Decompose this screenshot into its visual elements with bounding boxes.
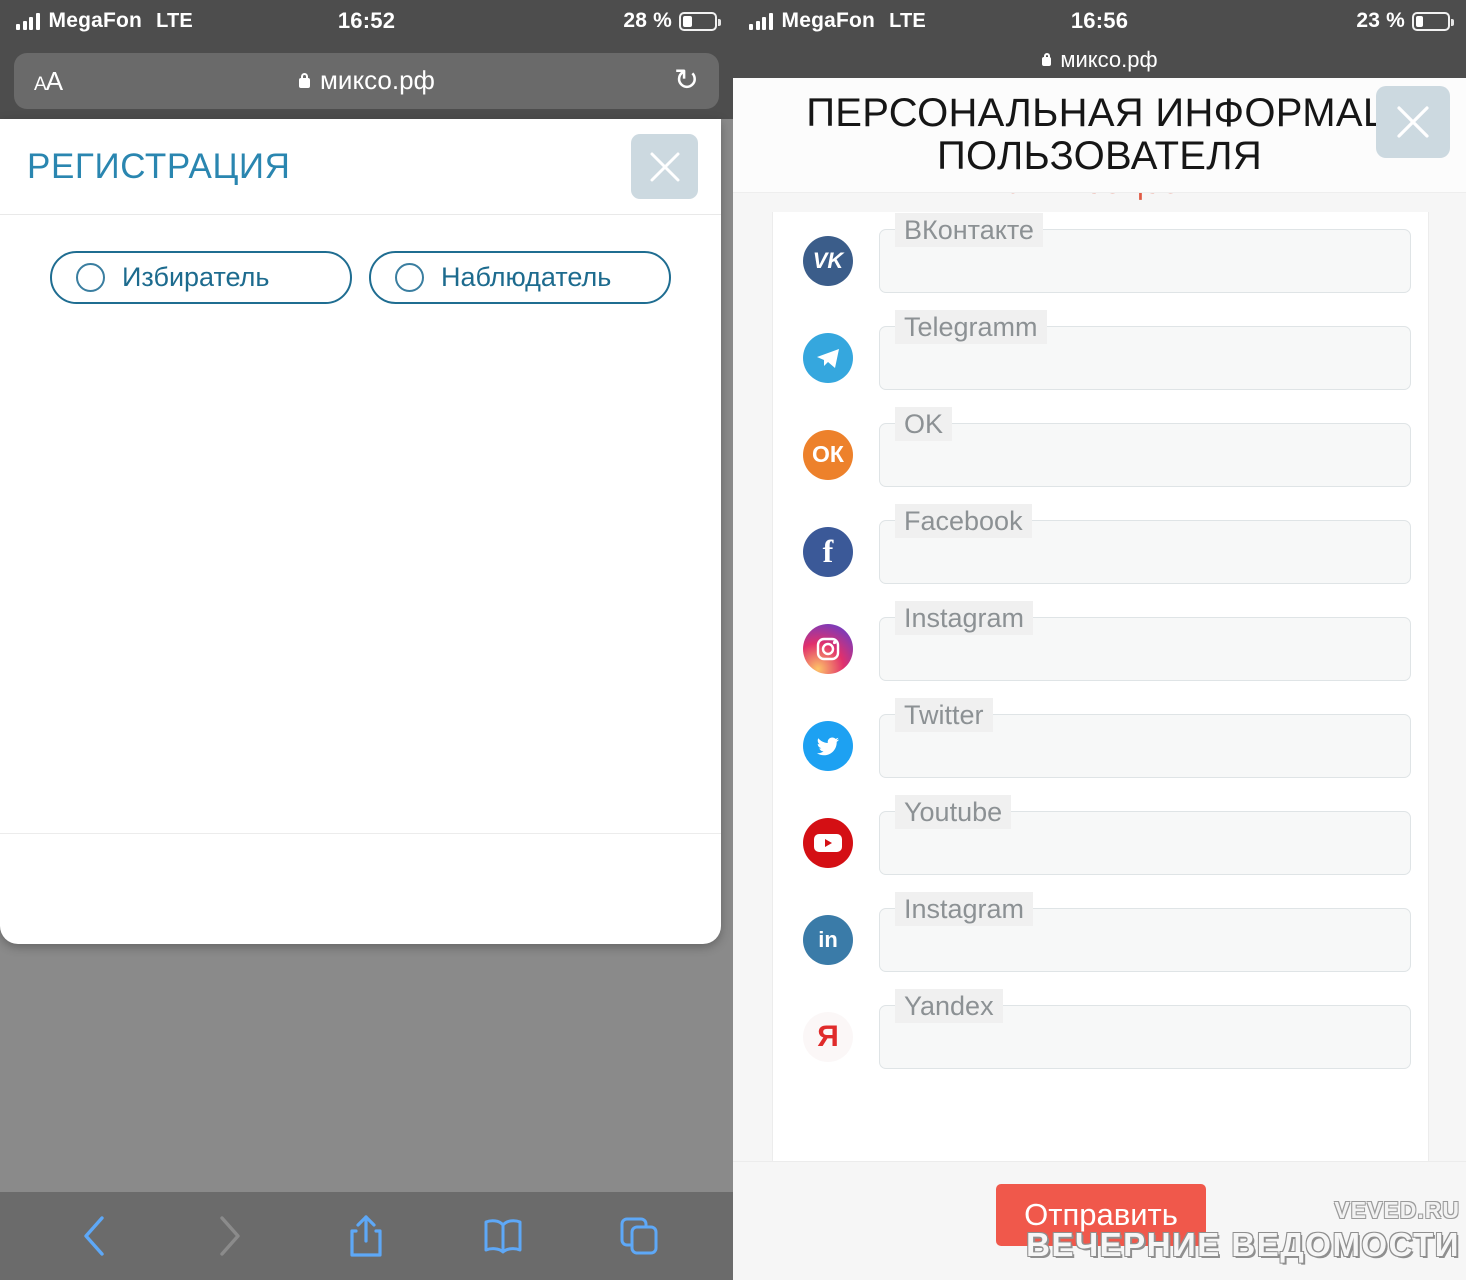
reload-icon[interactable]: ↻	[674, 65, 699, 96]
field-label: Facebook	[895, 503, 1032, 538]
field-row-twitter: Twitter	[773, 697, 1428, 794]
status-left-group: MegaFon LTE	[16, 9, 193, 33]
close-icon[interactable]	[1376, 86, 1450, 158]
field-row-youtube: Youtube	[773, 794, 1428, 891]
role-radio-group: Избиратель Наблюдатель	[0, 251, 721, 304]
lock-icon	[298, 72, 311, 89]
network-type-label: LTE	[889, 9, 926, 32]
radio-circle-icon[interactable]	[76, 263, 105, 292]
field-label: Telegramm	[895, 309, 1047, 344]
battery-icon	[1412, 11, 1454, 31]
battery-icon	[679, 11, 721, 31]
status-right-group: 23 %	[1356, 9, 1454, 33]
facebook-input[interactable]: Facebook	[879, 503, 1411, 584]
field-label: Instagram	[895, 600, 1034, 635]
signal-bars-icon	[749, 12, 773, 30]
submit-button[interactable]: Отправить	[996, 1184, 1206, 1246]
youtube-input[interactable]: Youtube	[879, 794, 1411, 875]
lock-icon	[1041, 53, 1052, 67]
radio-option-observer[interactable]: Наблюдатель	[369, 251, 671, 304]
field-label: Instagram	[895, 891, 1034, 926]
safari-url-row-compact[interactable]: миксо.рф	[733, 42, 1466, 78]
modal-body: Избиратель Наблюдатель	[0, 215, 721, 304]
url-text: миксо.рф	[1060, 47, 1158, 72]
status-right-group: 28 %	[623, 9, 721, 33]
network-type-label: LTE	[156, 9, 193, 32]
yandex-input[interactable]: Yandex	[879, 988, 1411, 1069]
safari-url-bar-container: AA миксо.рф ↻	[0, 42, 733, 119]
field-row-facebook: f Facebook	[773, 503, 1428, 600]
linkedin-icon[interactable]: in	[803, 914, 853, 965]
battery-percent-label: 23 %	[1356, 9, 1405, 32]
safari-url-bar[interactable]: AA миксо.рф ↻	[14, 52, 719, 109]
carrier-label: MegaFon	[781, 9, 876, 32]
telegram-input[interactable]: Telegramm	[879, 309, 1411, 390]
right-screenshot: MegaFon LTE 16:56 23 % миксо.рф ПЕРСОНАЛ…	[733, 0, 1466, 1280]
field-label: OK	[895, 406, 953, 441]
instagram-icon[interactable]	[803, 623, 853, 674]
ok-input[interactable]: OK	[879, 406, 1411, 487]
status-left-group: MegaFon LTE	[749, 9, 926, 33]
ios-status-bar-right: MegaFon LTE 16:56 23 %	[733, 0, 1466, 42]
vk-input[interactable]: ВКонтакте	[879, 212, 1411, 293]
modal-footer: Отправить VEVED.RU ВЕЧЕРНИЕ ВЕДОМОСТИ	[733, 1161, 1466, 1280]
back-icon[interactable]	[68, 1210, 120, 1262]
tabs-icon[interactable]	[613, 1210, 665, 1262]
bookmarks-icon[interactable]	[477, 1210, 529, 1262]
carrier-label: MegaFon	[48, 9, 143, 32]
battery-percent-label: 28 %	[623, 9, 672, 32]
telegram-icon[interactable]	[803, 332, 853, 383]
page-title: РЕГИСТРАЦИЯ	[27, 146, 291, 186]
section-heading-clipped: Ваши соцсети	[733, 193, 1466, 202]
field-row-ok: ОК OK	[773, 406, 1428, 503]
modal-header: РЕГИСТРАЦИЯ	[0, 119, 721, 215]
youtube-icon[interactable]	[803, 817, 853, 868]
odnoklassniki-icon[interactable]: ОК	[803, 429, 853, 480]
instagram-input[interactable]: Instagram	[879, 600, 1411, 681]
modal-header: ПЕРСОНАЛЬНАЯ ИНФОРМАЦ ПОЛЬЗОВАТЕЛЯ	[733, 78, 1466, 193]
social-fields-card: VK ВКонтакте Telegramm ОК OK f Facebook …	[772, 212, 1429, 1193]
field-label: Youtube	[895, 794, 1012, 829]
field-row-yandex: Я Yandex	[773, 988, 1428, 1085]
linkedin-input[interactable]: Instagram	[879, 891, 1411, 972]
radio-option-label: Избиратель	[122, 262, 270, 292]
close-icon[interactable]	[631, 134, 698, 199]
personal-info-scroll-area[interactable]: Ваши соцсети VK ВКонтакте Telegramm	[733, 193, 1466, 1193]
left-screenshot: MegaFon LTE 16:52 28 % AA миксо.рф ↻ РЕГ…	[0, 0, 733, 1280]
yandex-icon[interactable]: Я	[803, 1011, 853, 1062]
registration-modal: РЕГИСТРАЦИЯ Избиратель Наблюдатель	[0, 119, 721, 944]
radio-circle-icon[interactable]	[395, 263, 424, 292]
field-label: Yandex	[895, 988, 1003, 1023]
url-text: миксо.рф	[320, 65, 435, 95]
share-icon[interactable]	[340, 1210, 392, 1262]
vk-icon[interactable]: VK	[803, 235, 853, 286]
signal-bars-icon	[16, 12, 40, 30]
text-size-aa-icon[interactable]: AA	[34, 68, 63, 94]
twitter-icon[interactable]	[803, 720, 853, 771]
field-row-telegram: Telegramm	[773, 309, 1428, 406]
modal-footer-divider	[0, 833, 721, 834]
field-label: Twitter	[895, 697, 993, 732]
page-title: ПЕРСОНАЛЬНАЯ ИНФОРМАЦ ПОЛЬЗОВАТЕЛЯ	[806, 91, 1393, 179]
forward-icon	[204, 1210, 256, 1262]
ios-status-bar-left: MegaFon LTE 16:52 28 %	[0, 0, 733, 42]
field-row-linkedin: in Instagram	[773, 891, 1428, 988]
safari-bottom-toolbar	[0, 1192, 733, 1280]
field-label: ВКонтакте	[895, 212, 1043, 247]
field-row-vk: VK ВКонтакте	[773, 212, 1428, 309]
radio-option-label: Наблюдатель	[441, 262, 612, 292]
dual-screenshot: MegaFon LTE 16:52 28 % AA миксо.рф ↻ РЕГ…	[0, 0, 1466, 1280]
facebook-icon[interactable]: f	[803, 526, 853, 577]
twitter-input[interactable]: Twitter	[879, 697, 1411, 778]
url-display: миксо.рф	[14, 65, 719, 96]
radio-option-voter[interactable]: Избиратель	[50, 251, 352, 304]
field-row-instagram: Instagram	[773, 600, 1428, 697]
